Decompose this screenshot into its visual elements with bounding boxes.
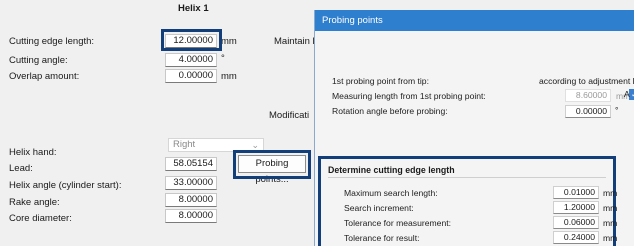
overlap-amount-unit: mm (221, 71, 237, 82)
helix-angle-field[interactable]: 33.00000 (165, 176, 217, 190)
max-search-label: Maximum search length: (344, 188, 438, 198)
helix-hand-label: Helix hand: (9, 147, 57, 158)
tol-result-label: Tolerance for result: (344, 233, 420, 243)
search-increment-field[interactable]: 1.20000 (553, 201, 599, 214)
dialog-title: Probing points (315, 10, 634, 31)
measuring-length-label: Measuring length from 1st probing point: (332, 91, 486, 101)
cutting-angle-field[interactable]: 4.00000 (165, 53, 217, 67)
first-point-label: 1st probing point from tip: (332, 76, 429, 86)
lead-field[interactable]: 58.05154 (165, 157, 217, 171)
tol-measurement-field[interactable]: 0.06000 (553, 216, 599, 229)
cutting-angle-label: Cutting angle: (9, 55, 68, 66)
measuring-length-check-label: A (624, 89, 630, 99)
cutting-angle-unit: ° (221, 53, 225, 64)
helix-hand-value: Right (173, 139, 196, 150)
rotation-angle-unit: ° (615, 105, 619, 115)
tol-result-unit: mm (603, 233, 618, 243)
group-title: Determine cutting edge length (328, 165, 455, 175)
column-header: Helix 1 (178, 3, 209, 14)
rake-angle-label: Rake angle: (9, 197, 60, 208)
search-increment-label: Search increment: (344, 203, 414, 213)
lead-label: Lead: (9, 163, 33, 174)
core-diameter-field[interactable]: 8.00000 (165, 209, 217, 223)
modification-label: Modificati (269, 110, 310, 121)
overlap-amount-field[interactable]: 0.00000 (165, 69, 217, 83)
core-diameter-label: Core diameter: (9, 213, 72, 224)
rake-angle-field[interactable]: 8.00000 (165, 193, 217, 207)
first-point-value: according to adjustment ler (539, 76, 634, 86)
cutting-edge-length-unit: mm (221, 36, 237, 47)
group-divider (328, 177, 606, 178)
helix-angle-label: Helix angle (cylinder start): (9, 180, 122, 191)
search-increment-unit: mm (603, 203, 618, 213)
max-search-unit: mm (603, 188, 618, 198)
determine-edge-length-group: Determine cutting edge length Maximum se… (318, 156, 618, 246)
max-search-field[interactable]: 0.01000 (553, 186, 599, 199)
probing-points-highlight (233, 150, 311, 179)
overlap-amount-label: Overlap amount: (9, 71, 80, 82)
rotation-angle-field[interactable]: 0.00000 (565, 105, 611, 118)
measuring-length-field[interactable]: 8.60000 (565, 89, 611, 102)
cutting-edge-length-highlight (161, 29, 222, 51)
tol-measurement-unit: mm (603, 218, 618, 228)
tol-measurement-label: Tolerance for measurement: (344, 218, 451, 228)
tol-result-field[interactable]: 0.24000 (553, 231, 599, 244)
cutting-edge-length-label: Cutting edge length: (9, 36, 95, 47)
rotation-angle-label: Rotation angle before probing: (332, 106, 448, 116)
